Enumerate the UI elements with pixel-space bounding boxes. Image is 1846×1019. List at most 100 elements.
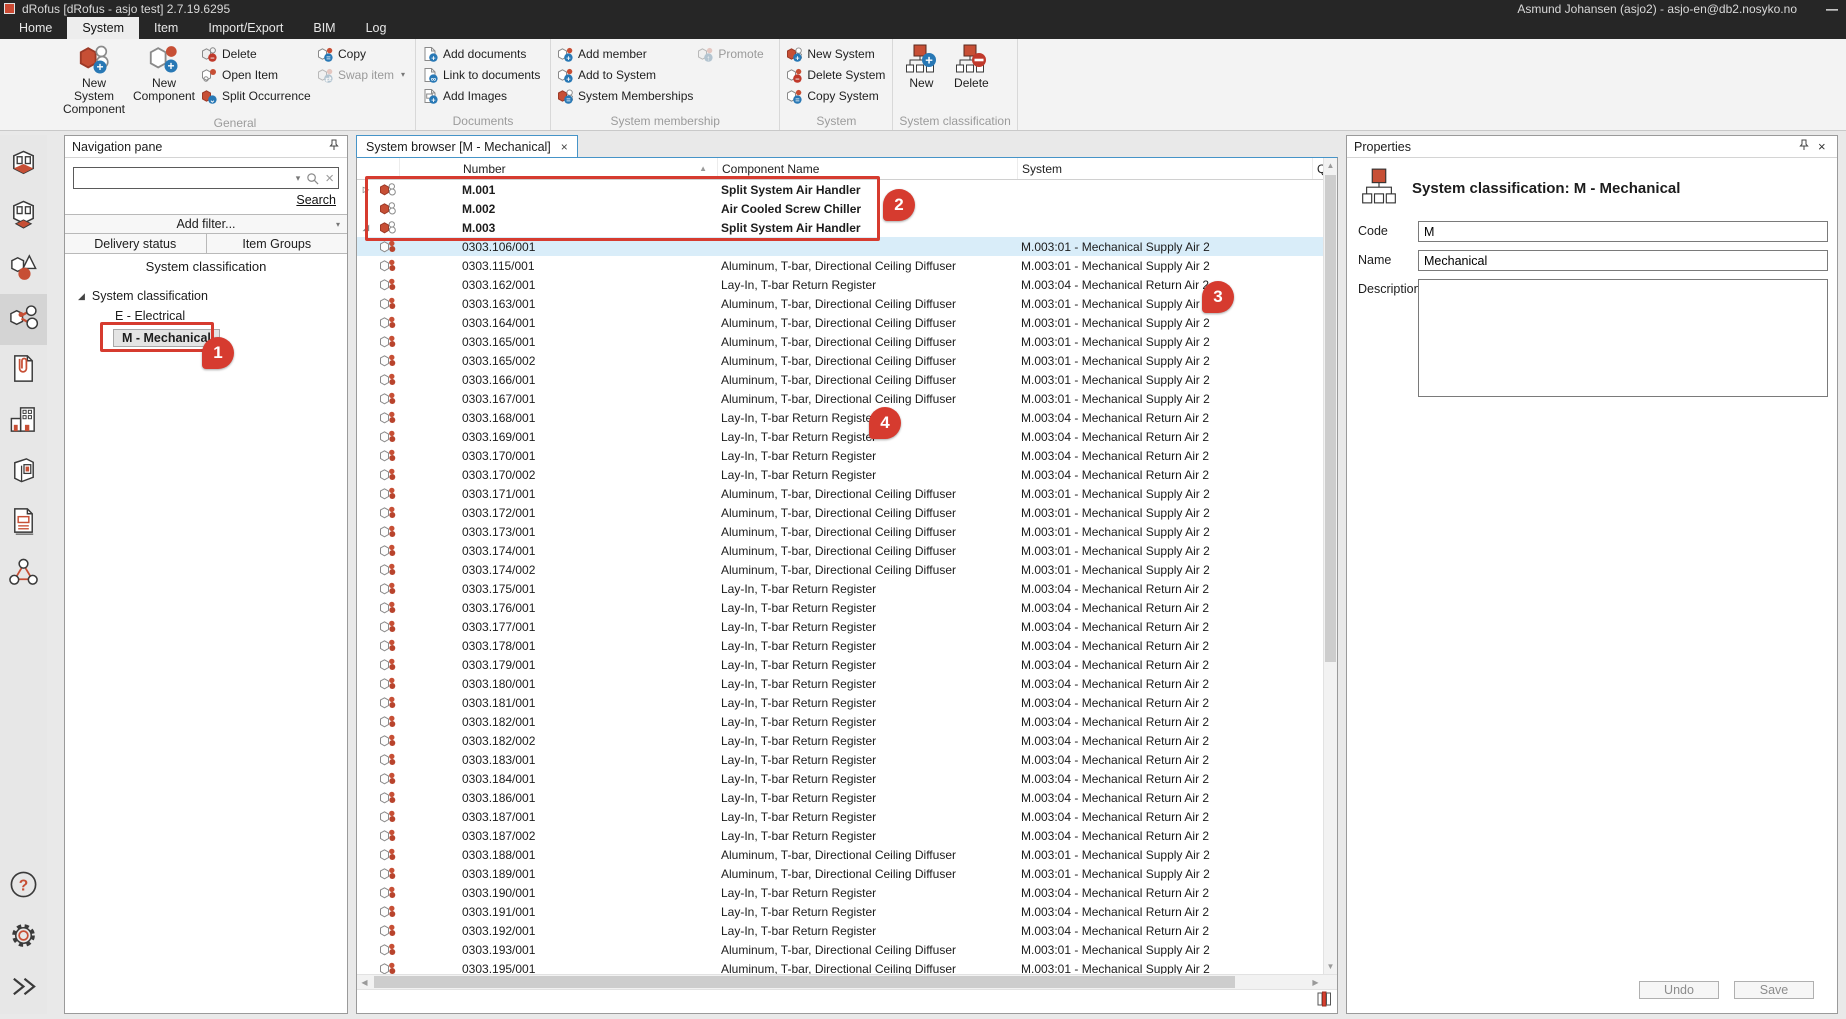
table-row[interactable]: 0303.170/002Lay-In, T-bar Return Registe… xyxy=(357,465,1323,484)
scroll-left-icon[interactable]: ◀ xyxy=(357,978,372,987)
table-row[interactable]: ◢M.003Split System Air Handler xyxy=(357,218,1323,237)
promote-button[interactable]: ↑ Promote xyxy=(697,45,773,62)
table-row[interactable]: 0303.172/001Aluminum, T-bar, Directional… xyxy=(357,503,1323,522)
tab-item[interactable]: Item xyxy=(139,17,193,39)
buildings-icon[interactable] xyxy=(0,396,47,447)
table-row[interactable]: 0303.186/001Lay-In, T-bar Return Registe… xyxy=(357,788,1323,807)
table-row[interactable]: 0303.187/001Lay-In, T-bar Return Registe… xyxy=(357,807,1323,826)
add-documents-button[interactable]: + Add documents xyxy=(422,45,544,62)
undo-button[interactable]: Undo xyxy=(1639,981,1719,999)
tree-node-system-classification[interactable]: ◢ System classification xyxy=(78,289,347,303)
table-row[interactable]: 0303.183/001Lay-In, T-bar Return Registe… xyxy=(357,750,1323,769)
close-pane-icon[interactable]: × xyxy=(1818,141,1830,153)
system-memberships-button[interactable]: = System Memberships xyxy=(557,87,693,104)
open-item-button[interactable]: Open Item xyxy=(201,66,313,83)
tree-expander-icon[interactable]: ◢ xyxy=(78,291,85,302)
swap-item-button[interactable]: ⇄ Swap item ▾ xyxy=(317,66,409,83)
tab-bim[interactable]: BIM xyxy=(298,17,350,39)
table-row[interactable]: 0303.175/001Lay-In, T-bar Return Registe… xyxy=(357,579,1323,598)
scroll-up-icon[interactable]: ▲ xyxy=(1324,158,1337,173)
table-row[interactable]: 0303.191/001Lay-In, T-bar Return Registe… xyxy=(357,902,1323,921)
table-row[interactable]: 0303.188/001Aluminum, T-bar, Directional… xyxy=(357,845,1323,864)
tab-import-export[interactable]: Import/Export xyxy=(193,17,298,39)
table-row[interactable]: 0303.171/001Aluminum, T-bar, Directional… xyxy=(357,484,1323,503)
search-clear-icon[interactable]: × xyxy=(325,170,334,187)
pin-icon[interactable] xyxy=(328,139,340,154)
scroll-down-icon[interactable]: ▼ xyxy=(1324,959,1337,974)
table-row[interactable]: 0303.173/001Aluminum, T-bar, Directional… xyxy=(357,522,1323,541)
table-row[interactable]: 0303.170/001Lay-In, T-bar Return Registe… xyxy=(357,446,1323,465)
vertical-scrollbar[interactable]: ▲ ▼ xyxy=(1323,158,1337,974)
table-row[interactable]: 0303.163/001Aluminum, T-bar, Directional… xyxy=(357,294,1323,313)
table-row[interactable]: 0303.184/001Lay-In, T-bar Return Registe… xyxy=(357,769,1323,788)
expander-expanded-icon[interactable]: ◢ xyxy=(357,223,375,232)
tree-node-electrical[interactable]: E - Electrical xyxy=(113,308,347,324)
settings-icon[interactable] xyxy=(0,912,47,963)
column-truncated[interactable]: Q xyxy=(1312,158,1323,179)
tab-delivery-status[interactable]: Delivery status xyxy=(65,234,207,253)
storage-icon[interactable] xyxy=(0,447,47,498)
table-row[interactable]: 0303.165/002Aluminum, T-bar, Directional… xyxy=(357,351,1323,370)
table-row[interactable]: 0303.166/001Aluminum, T-bar, Directional… xyxy=(357,370,1323,389)
minimize-button[interactable]: — xyxy=(1826,2,1838,16)
table-row[interactable]: ▷M.001Split System Air Handler xyxy=(357,180,1323,199)
table-row[interactable]: 0303.174/001Aluminum, T-bar, Directional… xyxy=(357,541,1323,560)
add-filter-button[interactable]: Add filter... ▾ xyxy=(65,214,347,234)
pin-icon[interactable] xyxy=(1798,139,1810,154)
new-classification-button[interactable]: + New xyxy=(899,40,943,114)
swap-item-dropdown-icon[interactable]: ▾ xyxy=(401,70,405,79)
add-to-system-button[interactable]: + Add to System xyxy=(557,66,693,83)
column-system[interactable]: System xyxy=(1017,158,1312,179)
reports-icon[interactable] xyxy=(0,498,47,549)
copy-system-button[interactable]: = Copy System xyxy=(786,87,886,104)
column-number[interactable]: Number ▲ xyxy=(399,158,717,179)
table-row[interactable]: 0303.181/001Lay-In, T-bar Return Registe… xyxy=(357,693,1323,712)
table-row[interactable]: 0303.169/001Lay-In, T-bar Return Registe… xyxy=(357,427,1323,446)
tab-home[interactable]: Home xyxy=(4,17,67,39)
table-row[interactable]: 0303.195/001Aluminum, T-bar, Directional… xyxy=(357,959,1323,974)
save-button[interactable]: Save xyxy=(1734,981,1814,999)
tree-node-mechanical[interactable]: M - Mechanical xyxy=(113,329,347,347)
table-row[interactable]: 0303.174/002Aluminum, T-bar, Directional… xyxy=(357,560,1323,579)
search-link[interactable]: Search xyxy=(296,193,336,207)
table-row[interactable]: 0303.165/001Aluminum, T-bar, Directional… xyxy=(357,332,1323,351)
add-filter-dropdown-icon[interactable]: ▾ xyxy=(336,220,340,229)
link-to-documents-button[interactable]: ∞ Link to documents xyxy=(422,66,544,83)
column-options-icon[interactable] xyxy=(1316,990,1332,1013)
table-row[interactable]: 0303.182/001Lay-In, T-bar Return Registe… xyxy=(357,712,1323,731)
close-tab-icon[interactable]: × xyxy=(561,140,568,154)
copy-button[interactable]: = Copy xyxy=(317,45,409,62)
add-images-button[interactable]: + Add Images xyxy=(422,87,544,104)
table-row[interactable]: 0303.167/001Aluminum, T-bar, Directional… xyxy=(357,389,1323,408)
items-icon[interactable] xyxy=(0,243,47,294)
new-system-button[interactable]: + New System xyxy=(786,45,886,62)
table-row[interactable]: 0303.162/001Lay-In, T-bar Return Registe… xyxy=(357,275,1323,294)
relations-icon[interactable] xyxy=(0,549,47,600)
delete-button[interactable]: − Delete xyxy=(201,45,313,62)
help-icon[interactable]: ? xyxy=(0,861,47,912)
new-component-button[interactable]: + New Component xyxy=(131,40,197,116)
table-row[interactable]: 0303.179/001Lay-In, T-bar Return Registe… xyxy=(357,655,1323,674)
split-occurrence-button[interactable]: ⌄ Split Occurrence xyxy=(201,87,313,104)
search-icon[interactable] xyxy=(306,172,319,185)
table-row[interactable]: 0303.115/001Aluminum, T-bar, Directional… xyxy=(357,256,1323,275)
system-browser-tab[interactable]: System browser [M - Mechanical] × xyxy=(356,135,578,157)
code-field[interactable] xyxy=(1418,221,1828,242)
table-row[interactable]: 0303.177/001Lay-In, T-bar Return Registe… xyxy=(357,617,1323,636)
table-row[interactable]: 0303.176/001Lay-In, T-bar Return Registe… xyxy=(357,598,1323,617)
tab-item-groups[interactable]: Item Groups xyxy=(207,234,348,253)
table-row[interactable]: 0303.182/002Lay-In, T-bar Return Registe… xyxy=(357,731,1323,750)
table-row[interactable]: 0303.106/001M.003:01 - Mechanical Supply… xyxy=(357,237,1323,256)
rooms-icon[interactable] xyxy=(0,141,47,192)
room-functions-icon[interactable] xyxy=(0,192,47,243)
systems-icon[interactable] xyxy=(0,294,47,345)
name-field[interactable] xyxy=(1418,250,1828,271)
table-row[interactable]: 0303.193/001Aluminum, T-bar, Directional… xyxy=(357,940,1323,959)
tab-log[interactable]: Log xyxy=(351,17,402,39)
attachments-icon[interactable] xyxy=(0,345,47,396)
delete-classification-button[interactable]: Delete xyxy=(947,40,995,114)
tab-system[interactable]: System xyxy=(67,17,139,39)
table-row[interactable]: 0303.190/001Lay-In, T-bar Return Registe… xyxy=(357,883,1323,902)
description-field[interactable] xyxy=(1418,279,1828,397)
table-row[interactable]: 0303.192/001Lay-In, T-bar Return Registe… xyxy=(357,921,1323,940)
